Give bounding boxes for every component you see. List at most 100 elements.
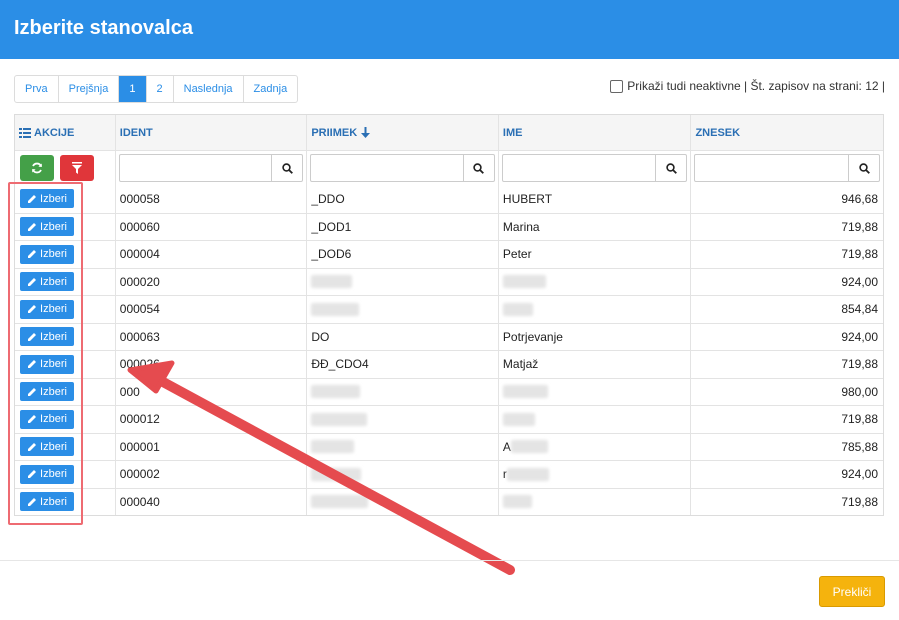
ime-cell: A: [497, 433, 691, 460]
filter-priimek-input[interactable]: [311, 155, 463, 181]
filter-znesek-search-button[interactable]: [848, 155, 879, 181]
ime-cell: HUBERT: [497, 185, 691, 213]
table-header-row: AKCIJE IDENT PRIIMEK IME ZNESEK: [15, 115, 883, 150]
table-row[interactable]: Izberi 000040 719,88: [15, 487, 883, 515]
footer-divider: [0, 560, 899, 561]
pagination: Prva Prejšnja 1 2 Naslednja Zadnja: [14, 75, 299, 103]
page-previous-button[interactable]: Prejšnja: [57, 76, 119, 102]
redacted-text: [502, 385, 548, 399]
redacted-text: [311, 275, 353, 289]
ime-cell: Peter: [497, 241, 691, 268]
column-header-ident[interactable]: IDENT: [114, 115, 307, 150]
ime-cell: Matjaž: [497, 351, 691, 378]
priimek-cell: DO: [306, 323, 498, 350]
priimek-cell: _DDO: [306, 185, 498, 213]
priimek-cell: [306, 406, 498, 433]
znesek-cell: 719,88: [690, 488, 883, 515]
znesek-cell: 719,88: [690, 351, 883, 378]
table-row[interactable]: Izberi 000063 DO Potrjevanje 924,00: [15, 322, 883, 350]
column-header-znesek[interactable]: ZNESEK: [690, 115, 883, 150]
filter-ime-search-button[interactable]: [655, 155, 686, 181]
table-row[interactable]: Izberi 000012 719,88: [15, 405, 883, 433]
list-icon: [19, 127, 31, 138]
znesek-cell: 719,88: [690, 241, 883, 268]
table-row[interactable]: Izberi 000026 ĐĐ_CDO4 Matjaž 719,88: [15, 350, 883, 378]
filter-actions-cell: [15, 151, 115, 185]
column-header-ime[interactable]: IME: [497, 115, 691, 150]
ident-cell: 000058: [114, 185, 307, 213]
column-header-akcije: AKCIJE: [15, 115, 115, 150]
filter-znesek-input[interactable]: [695, 155, 848, 181]
priimek-cell: ĐĐ_CDO4: [306, 351, 498, 378]
table-body: Izberi 000058 _DDO HUBERT 946,68 Izberi 000060…: [15, 185, 883, 515]
ident-cell: 000026: [114, 351, 307, 378]
priimek-cell: [306, 461, 498, 488]
page-2-button[interactable]: 2: [145, 76, 173, 102]
filter-znesek-cell: [690, 151, 883, 185]
ime-cell: [497, 406, 691, 433]
redacted-text: [311, 467, 362, 481]
page-next-button[interactable]: Naslednja: [172, 76, 243, 102]
priimek-cell: [306, 488, 498, 515]
ime-cell: [497, 378, 691, 405]
filter-priimek-search-button[interactable]: [462, 155, 494, 181]
clear-filter-button[interactable]: [60, 155, 94, 181]
filter-ident-cell: [114, 151, 307, 185]
table-row[interactable]: Izberi 000020 924,00: [15, 267, 883, 295]
redacted-text: [510, 440, 548, 454]
cancel-button[interactable]: Prekliči: [819, 576, 885, 607]
residents-table: AKCIJE IDENT PRIIMEK IME ZNESEK Izberi 0…: [14, 114, 884, 516]
table-options: Prikaži tudi neaktivne | Št. zapisov na …: [610, 79, 885, 93]
priimek-cell: _DOD1: [306, 213, 498, 240]
redacted-text: [311, 495, 369, 509]
priimek-cell: [306, 433, 498, 460]
redacted-text: [502, 412, 535, 426]
refresh-icon: [32, 162, 42, 174]
znesek-cell: 924,00: [690, 323, 883, 350]
ident-cell: 000001: [114, 433, 307, 460]
page-first-button[interactable]: Prva: [15, 76, 58, 102]
ime-cell: [497, 296, 691, 323]
ident-cell: 000012: [114, 406, 307, 433]
refresh-button[interactable]: [20, 155, 54, 181]
znesek-cell: 719,88: [690, 406, 883, 433]
filter-priimek-cell: [306, 151, 498, 185]
modal-title: Izberite stanovalca: [14, 17, 193, 39]
ident-cell: 000063: [114, 323, 307, 350]
ident-cell: 000040: [114, 488, 307, 515]
table-row[interactable]: Izberi 000 980,00: [15, 377, 883, 405]
filter-ident-search-button[interactable]: [271, 155, 302, 181]
znesek-cell: 924,00: [690, 268, 883, 295]
search-icon: [858, 162, 870, 174]
ime-cell: r: [497, 461, 691, 488]
ime-cell: Marina: [497, 213, 691, 240]
table-row[interactable]: Izberi 000060 _DOD1 Marina 719,88: [15, 212, 883, 240]
annotation-highlight-box: [8, 182, 83, 525]
ident-cell: 000: [114, 378, 307, 405]
priimek-cell: _DOD6: [306, 241, 498, 268]
redacted-text: [502, 302, 533, 316]
redacted-text: [311, 385, 361, 399]
filter-ident-input[interactable]: [120, 155, 272, 181]
redacted-text: [311, 412, 368, 426]
page-last-button[interactable]: Zadnja: [242, 76, 298, 102]
redacted-text: [311, 440, 355, 454]
ime-cell: Potrjevanje: [497, 323, 691, 350]
filter-ime-input[interactable]: [503, 155, 656, 181]
column-header-priimek[interactable]: PRIIMEK: [306, 115, 498, 150]
table-row[interactable]: Izberi 000054 854,84: [15, 295, 883, 323]
search-icon: [666, 162, 677, 174]
search-icon: [282, 162, 293, 174]
search-icon: [473, 162, 485, 174]
table-row[interactable]: Izberi 000001 A 785,88: [15, 432, 883, 460]
ident-cell: 000002: [114, 461, 307, 488]
page-1-button[interactable]: 1: [118, 76, 146, 102]
ident-cell: 000020: [114, 268, 307, 295]
table-row[interactable]: Izberi 000058 _DDO HUBERT 946,68: [15, 185, 883, 213]
show-inactive-checkbox[interactable]: [610, 79, 624, 93]
redacted-text: [502, 495, 532, 509]
table-row[interactable]: Izberi 000002 r 924,00: [15, 460, 883, 488]
filter-ime-cell: [497, 151, 691, 185]
table-row[interactable]: Izberi 000004 _DOD6 Peter 719,88: [15, 240, 883, 268]
znesek-cell: 719,88: [690, 213, 883, 240]
